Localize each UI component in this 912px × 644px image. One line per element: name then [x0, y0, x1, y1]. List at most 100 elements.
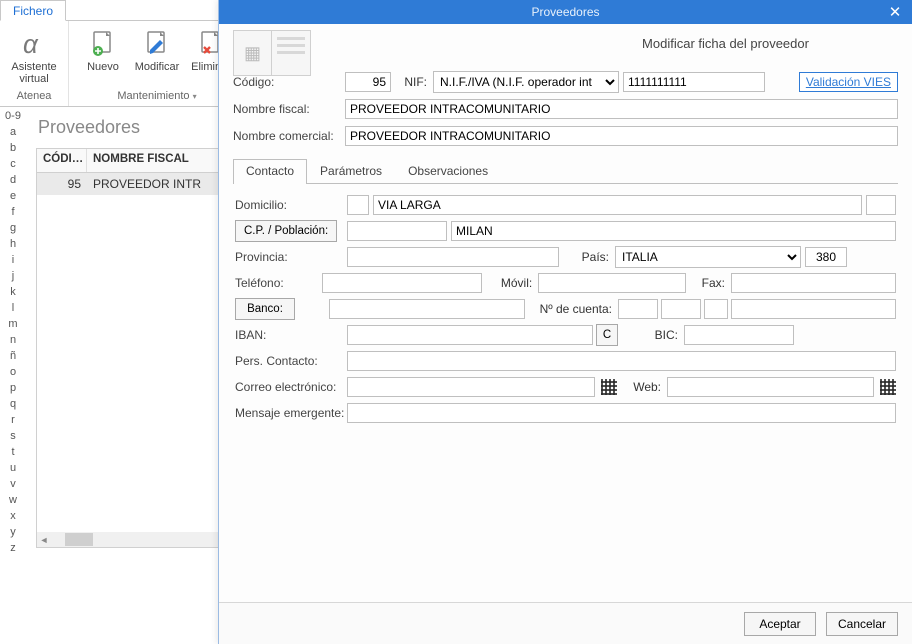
alpha-index-g[interactable]: g — [10, 221, 16, 236]
qr-icon[interactable] — [601, 379, 617, 395]
alpha-index-s[interactable]: s — [10, 429, 16, 444]
dialog-footer: Aceptar Cancelar — [219, 602, 912, 644]
domicilio-input[interactable] — [373, 195, 862, 215]
label-pais: País: — [565, 250, 609, 264]
label-provincia: Provincia: — [235, 250, 347, 264]
alpha-index-0-9[interactable]: 0-9 — [5, 109, 21, 124]
ribbon-group-atenea: α Asistente virtual Atenea — [0, 21, 69, 106]
alpha-index-b[interactable]: b — [10, 141, 16, 156]
bic-input[interactable] — [684, 325, 794, 345]
mensaje-input[interactable] — [347, 403, 896, 423]
label-bic: BIC: — [624, 328, 678, 342]
alpha-index-y[interactable]: y — [10, 525, 16, 540]
alpha-index-x[interactable]: x — [10, 509, 16, 524]
validacion-vies-button[interactable]: Validación VIES — [799, 72, 898, 92]
ribbon-tab-fichero[interactable]: Fichero — [0, 0, 66, 21]
ribbon-nuevo-button[interactable]: Nuevo — [77, 25, 129, 88]
alpha-index-d[interactable]: d — [10, 173, 16, 188]
cancelar-button[interactable]: Cancelar — [826, 612, 898, 636]
svg-text:α: α — [23, 29, 39, 59]
alpha-index-u[interactable]: u — [10, 461, 16, 476]
supplier-dialog: Proveedores ✕ ▦ Modificar ficha del prov… — [218, 0, 912, 644]
ribbon-assistant-button[interactable]: α Asistente virtual — [8, 25, 60, 88]
scroll-left-icon[interactable]: ◄ — [37, 535, 51, 545]
ribbon-modificar-button[interactable]: Modificar — [131, 25, 183, 88]
cuenta-1-input[interactable] — [618, 299, 658, 319]
document-edit-icon — [143, 29, 171, 59]
label-cp-wrapper: C.P. / Población: — [235, 220, 347, 242]
alpha-index-j[interactable]: j — [12, 269, 14, 284]
alpha-index-l[interactable]: l — [12, 301, 14, 316]
nif-type-select[interactable]: N.I.F./IVA (N.I.F. operador int — [433, 71, 619, 93]
iban-calc-button[interactable]: C — [596, 324, 618, 346]
image-icon: ▦ — [234, 31, 272, 75]
alpha-index-r[interactable]: r — [11, 413, 15, 428]
pers-contacto-input[interactable] — [347, 351, 896, 371]
label-nif: NIF: — [391, 75, 427, 89]
alpha-index-ñ[interactable]: ñ — [10, 349, 16, 364]
alpha-index-n[interactable]: n — [10, 333, 16, 348]
nombre-fiscal-input[interactable] — [345, 99, 898, 119]
ribbon-nuevo-label: Nuevo — [87, 61, 119, 73]
alpha-index-m[interactable]: m — [8, 317, 17, 332]
cp-input[interactable] — [347, 221, 447, 241]
pais-select[interactable]: ITALIA — [615, 246, 801, 268]
alpha-index-f[interactable]: f — [11, 205, 14, 220]
web-input[interactable] — [667, 377, 874, 397]
assistant-icon: α — [19, 29, 49, 59]
cp-poblacion-button[interactable]: C.P. / Población: — [235, 220, 337, 242]
alpha-index-w[interactable]: w — [9, 493, 17, 508]
record-image-placeholder[interactable]: ▦ — [233, 30, 311, 76]
movil-input[interactable] — [538, 273, 686, 293]
tab-observaciones[interactable]: Observaciones — [395, 159, 501, 183]
correo-input[interactable] — [347, 377, 595, 397]
grid-header-codigo[interactable]: CÓDI… — [37, 149, 87, 172]
domicilio-num-input[interactable] — [866, 195, 896, 215]
label-telefono: Teléfono: — [235, 276, 322, 290]
app-window: Fichero α Asistente virtual Atenea Nuevo — [0, 0, 912, 644]
alpha-index-k[interactable]: k — [10, 285, 16, 300]
cell-codigo: 95 — [37, 175, 87, 193]
banco-input[interactable] — [329, 299, 525, 319]
fax-input[interactable] — [731, 273, 896, 293]
cuenta-4-input[interactable] — [731, 299, 896, 319]
alpha-index-t[interactable]: t — [11, 445, 14, 460]
alpha-index-z[interactable]: z — [10, 541, 16, 556]
poblacion-input[interactable] — [451, 221, 896, 241]
label-banco-wrapper: Banco: — [235, 298, 329, 320]
provincia-input[interactable] — [347, 247, 559, 267]
alpha-index-v[interactable]: v — [10, 477, 16, 492]
label-nombre-comercial: Nombre comercial: — [233, 129, 345, 143]
label-pers-contacto: Pers. Contacto: — [235, 354, 347, 368]
codigo-input[interactable] — [345, 72, 391, 92]
dialog-close-button[interactable]: ✕ — [878, 0, 912, 24]
aceptar-button[interactable]: Aceptar — [744, 612, 816, 636]
domicilio-tipo-input[interactable] — [347, 195, 369, 215]
alpha-index-a[interactable]: a — [10, 125, 16, 140]
alpha-index-p[interactable]: p — [10, 381, 16, 396]
nif-input[interactable] — [623, 72, 765, 92]
alpha-index-q[interactable]: q — [10, 397, 16, 412]
dialog-title: Proveedores — [531, 5, 599, 19]
alpha-index-c[interactable]: c — [10, 157, 16, 172]
scroll-thumb[interactable] — [65, 533, 93, 546]
alpha-index-e[interactable]: e — [10, 189, 16, 204]
cuenta-2-input[interactable] — [661, 299, 701, 319]
nombre-comercial-input[interactable] — [345, 126, 898, 146]
document-plus-icon — [89, 29, 117, 59]
dialog-tabs: Contacto Parámetros Observaciones — [233, 159, 898, 184]
banco-button[interactable]: Banco: — [235, 298, 295, 320]
label-iban: IBAN: — [235, 328, 347, 342]
tab-contacto[interactable]: Contacto — [233, 159, 307, 184]
tab-parametros[interactable]: Parámetros — [307, 159, 395, 183]
iban-input[interactable] — [347, 325, 593, 345]
cuenta-3-input[interactable] — [704, 299, 728, 319]
alpha-index-h[interactable]: h — [10, 237, 16, 252]
alpha-index-o[interactable]: o — [10, 365, 16, 380]
ribbon-group-caption-atenea: Atenea — [17, 88, 52, 106]
chevron-down-icon[interactable]: ▾ — [193, 92, 197, 101]
telefono-input[interactable] — [322, 273, 482, 293]
qr-icon-web[interactable] — [880, 379, 896, 395]
alpha-index-i[interactable]: i — [12, 253, 14, 268]
pais-code-input[interactable] — [805, 247, 847, 267]
